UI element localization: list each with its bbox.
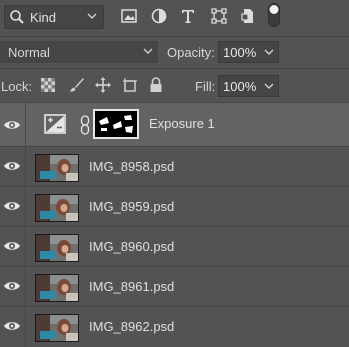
filter-kind-label: Kind [30,10,57,25]
mask-shape [99,115,133,133]
fill-value: 100% [223,79,257,94]
layer-filter-bar: Kind [0,0,349,36]
lock-bar: Lock: Fill: 100% [0,68,349,102]
visibility-eye-icon[interactable] [3,239,21,253]
fill-field[interactable]: 100% [218,75,279,97]
smart-object-filter-icon[interactable] [239,7,257,25]
layer-name: IMG_8960.psd [89,239,175,254]
opacity-field[interactable]: 100% [218,41,279,63]
blend-mode-bar: Normal Opacity: 100% [0,36,349,68]
layer-thumbnail[interactable] [35,314,79,342]
lock-all-icon[interactable] [148,77,164,93]
blend-mode-select[interactable]: Normal [0,41,158,63]
photo-thumbnail-image [36,155,78,181]
layer-thumbnail[interactable] [35,274,79,302]
layer-mask-thumbnail[interactable] [93,109,139,139]
adjustment-filter-icon[interactable] [150,7,168,25]
layer-row[interactable]: IMG_8959.psd [0,186,349,227]
mask-link-icon[interactable] [80,115,90,135]
divider [25,147,26,187]
divider [25,307,26,347]
search-icon [10,10,24,24]
chevron-down-icon [143,48,153,54]
layer-thumbnail[interactable] [35,234,79,262]
layer-row[interactable]: IMG_8960.psd [0,226,349,267]
layer-name: IMG_8958.psd [89,159,175,174]
opacity-value: 100% [223,45,257,60]
photo-thumbnail-image [36,275,78,301]
layer-row[interactable]: IMG_8958.psd [0,146,349,187]
layer-row[interactable]: IMG_8962.psd [0,306,349,347]
exposure-adjustment-icon[interactable] [44,114,66,134]
filter-toggle-icon[interactable] [267,2,281,28]
visibility-eye-icon[interactable] [3,279,21,293]
layer-row-exposure[interactable]: Exposure 1 [0,102,349,147]
chevron-down-icon[interactable] [263,80,275,92]
photo-thumbnail-image [36,195,78,221]
divider [25,103,26,147]
shape-filter-icon[interactable] [210,7,228,25]
image-filter-icon[interactable] [120,7,138,25]
photo-thumbnail-image [36,235,78,261]
lock-image-icon[interactable] [69,77,85,93]
chevron-down-icon[interactable] [263,46,275,58]
layer-name: IMG_8962.psd [89,319,175,334]
layer-name: IMG_8961.psd [89,279,175,294]
layer-row[interactable]: IMG_8961.psd [0,266,349,307]
lock-position-icon[interactable] [95,77,111,93]
type-filter-icon[interactable] [179,7,197,25]
lock-artboard-icon[interactable] [122,77,138,93]
photo-thumbnail-image [36,315,78,341]
lock-transparent-icon[interactable] [40,77,56,93]
filter-kind-select[interactable]: Kind [4,5,104,29]
visibility-eye-icon[interactable] [3,199,21,213]
layer-name: Exposure 1 [149,116,215,131]
visibility-eye-icon[interactable] [3,319,21,333]
opacity-label: Opacity: [167,45,215,60]
layer-thumbnail[interactable] [35,194,79,222]
fill-label: Fill: [195,79,216,94]
layer-name: IMG_8959.psd [89,199,175,214]
divider [25,187,26,227]
visibility-eye-icon[interactable] [3,118,21,132]
divider [25,227,26,267]
blend-mode-value: Normal [8,45,50,60]
lock-label: Lock: [1,79,33,94]
layer-thumbnail[interactable] [35,154,79,182]
divider [25,267,26,307]
chevron-down-icon [87,13,97,19]
visibility-eye-icon[interactable] [3,159,21,173]
